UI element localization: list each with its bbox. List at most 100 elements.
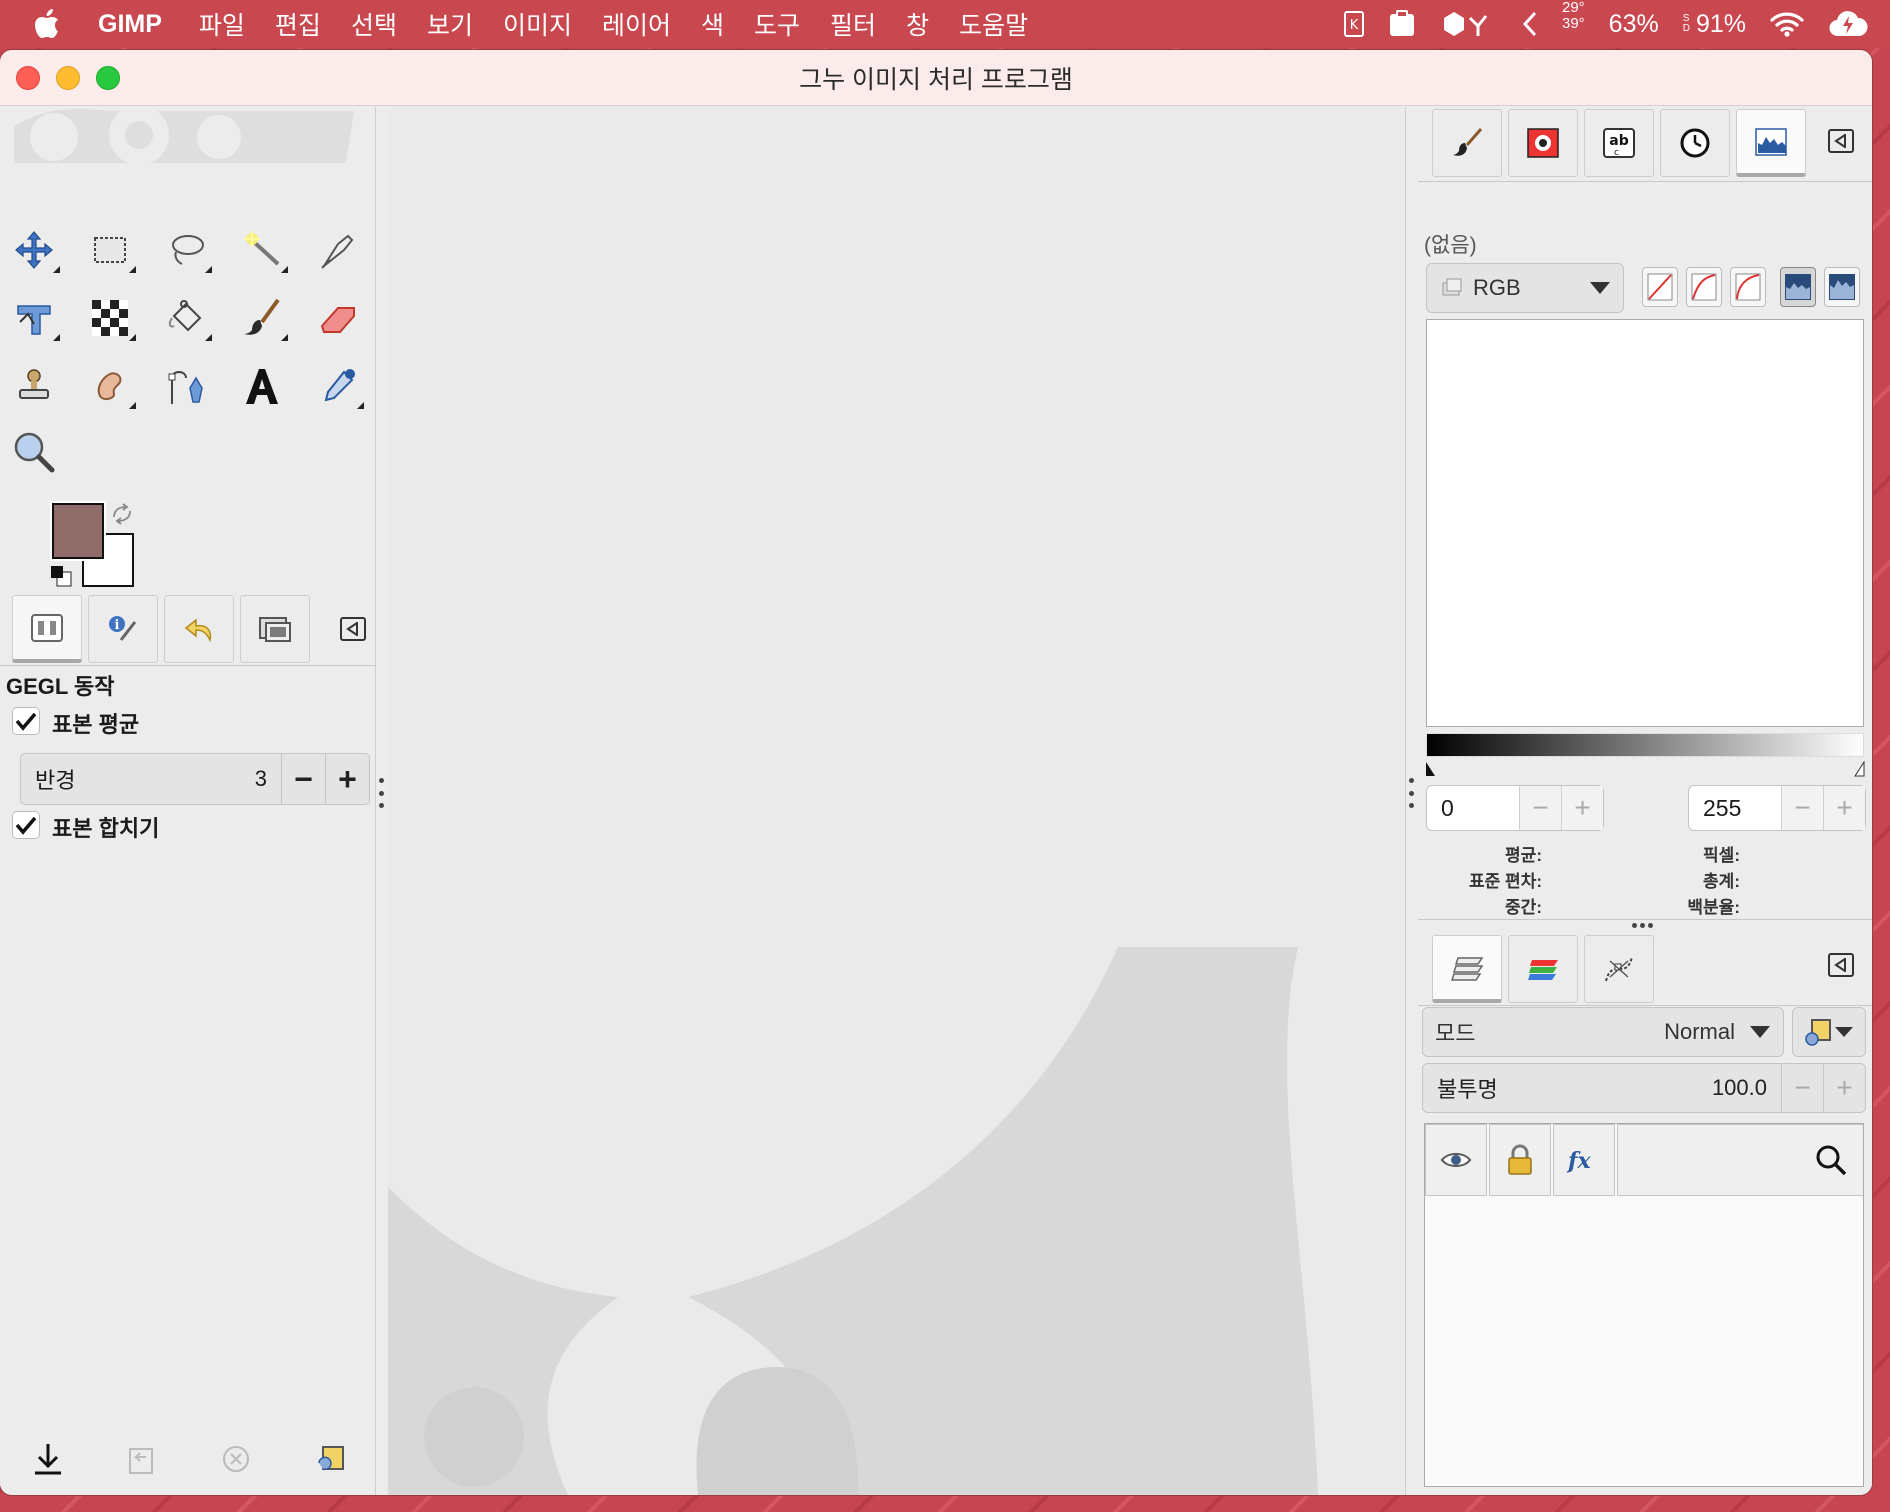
effects-column-header[interactable]: fx xyxy=(1553,1124,1615,1196)
range-max-value[interactable]: 255 xyxy=(1689,795,1781,822)
menu-help[interactable]: 도움말 xyxy=(944,0,1043,48)
smudge-tool-icon[interactable] xyxy=(78,355,142,417)
fuzzy-select-tool-icon[interactable] xyxy=(230,219,294,281)
menu-tools[interactable]: 도구 xyxy=(739,0,815,48)
tab-dashboard[interactable] xyxy=(1660,109,1730,177)
menu-view[interactable]: 보기 xyxy=(412,0,488,48)
range-min-decrement-button[interactable]: − xyxy=(1519,786,1561,830)
bucket-fill-tool-icon[interactable] xyxy=(154,287,218,349)
menu-edit[interactable]: 편집 xyxy=(260,0,336,48)
cloud-icon[interactable] xyxy=(1816,0,1880,48)
tab-histogram[interactable] xyxy=(1736,109,1806,177)
layer-opacity-spinner[interactable]: 불투명 100.0 − + xyxy=(1422,1063,1866,1113)
hexagon-icon[interactable] xyxy=(1428,0,1510,48)
eraser-tool-icon[interactable] xyxy=(306,287,370,349)
range-min-handle[interactable] xyxy=(1424,761,1436,777)
tab-device-status[interactable]: i xyxy=(88,595,158,663)
radius-decrement-button[interactable]: − xyxy=(281,754,325,804)
menu-colors[interactable]: 색 xyxy=(686,0,739,48)
tab-patterns[interactable] xyxy=(1508,109,1578,177)
layer-opacity-value[interactable]: 100.0 xyxy=(1712,1075,1781,1101)
close-window-button[interactable] xyxy=(16,66,40,90)
sample-merged-checkbox[interactable] xyxy=(12,811,40,839)
layer-list[interactable]: fx xyxy=(1424,1123,1864,1487)
apple-icon[interactable] xyxy=(0,0,78,48)
range-min-value[interactable]: 0 xyxy=(1427,795,1519,822)
menu-filters[interactable]: 필터 xyxy=(815,0,891,48)
histogram-channel-select[interactable]: RGB xyxy=(1426,263,1624,313)
menu-app-name[interactable]: GIMP xyxy=(78,0,184,48)
menu-file[interactable]: 파일 xyxy=(184,0,260,48)
layer-composite-select[interactable] xyxy=(1792,1007,1866,1057)
color-picker-tool-icon[interactable] xyxy=(306,355,370,417)
save-tool-preset-icon[interactable] xyxy=(28,1439,68,1479)
wifi-icon[interactable] xyxy=(1758,0,1816,48)
layers-dock-menu-button[interactable] xyxy=(1828,953,1854,977)
tab-fonts[interactable]: ab c xyxy=(1584,109,1654,177)
lock-column-header[interactable] xyxy=(1489,1124,1551,1196)
reset-colors-icon[interactable] xyxy=(50,565,74,589)
menu-windows[interactable]: 창 xyxy=(891,0,944,48)
tab-channels[interactable] xyxy=(1508,935,1578,1003)
radius-increment-button[interactable]: + xyxy=(325,754,369,804)
range-max-handle[interactable] xyxy=(1854,761,1866,777)
log-histogram-button[interactable] xyxy=(1686,267,1722,307)
reset-tool-options-icon[interactable] xyxy=(310,1439,350,1479)
menu-image[interactable]: 이미지 xyxy=(488,0,587,48)
right-dock-menu-button[interactable] xyxy=(1828,129,1854,153)
clone-tool-icon[interactable] xyxy=(2,355,66,417)
crop-tool-icon[interactable] xyxy=(306,219,370,281)
paintbrush-tool-icon[interactable] xyxy=(230,287,294,349)
tab-paths[interactable] xyxy=(1584,935,1654,1003)
linear-histogram-button[interactable] xyxy=(1642,267,1678,307)
curve-histogram-button[interactable] xyxy=(1730,267,1766,307)
move-tool-icon[interactable] xyxy=(2,219,66,281)
tab-images[interactable] xyxy=(240,595,310,663)
histogram-view-scaled-button[interactable] xyxy=(1824,267,1860,307)
unified-transform-tool-icon[interactable] xyxy=(2,287,66,349)
right-pane-splitter[interactable] xyxy=(1409,778,1415,808)
cpu-readout[interactable]: 63% xyxy=(1597,0,1671,48)
restore-tool-preset-icon[interactable] xyxy=(122,1439,162,1479)
ssd-battery-readout[interactable]: SD 91% xyxy=(1671,0,1758,48)
clipboard-icon[interactable] xyxy=(1376,0,1428,48)
visibility-column-header[interactable] xyxy=(1425,1124,1487,1196)
minimize-window-button[interactable] xyxy=(56,66,80,90)
radius-spinner[interactable]: 반경 3 − + xyxy=(20,753,370,805)
foreground-color-swatch[interactable] xyxy=(50,501,106,561)
range-max-field[interactable]: 255 − + xyxy=(1688,785,1866,831)
layer-mode-select[interactable]: 모드 Normal xyxy=(1422,1007,1784,1057)
warp-transform-tool-icon[interactable] xyxy=(78,287,142,349)
menu-layer[interactable]: 레이어 xyxy=(587,0,686,48)
sample-average-checkbox[interactable] xyxy=(12,707,40,735)
keyboard-icon[interactable]: K xyxy=(1332,0,1376,48)
swap-colors-icon[interactable] xyxy=(110,503,134,525)
temperature-readout[interactable]: 29° 39° xyxy=(1550,0,1597,48)
pane-resize-handle[interactable] xyxy=(1632,923,1653,928)
range-min-increment-button[interactable]: + xyxy=(1561,786,1603,830)
text-tool-icon[interactable] xyxy=(230,355,294,417)
tab-tool-options[interactable] xyxy=(12,595,82,663)
chevron-left-icon[interactable] xyxy=(1510,0,1550,48)
histogram-plot[interactable] xyxy=(1426,319,1864,727)
zoom-window-button[interactable] xyxy=(96,66,120,90)
range-max-increment-button[interactable]: + xyxy=(1823,786,1865,830)
radius-value[interactable]: 3 xyxy=(255,766,281,792)
paths-tool-icon[interactable] xyxy=(154,355,218,417)
menu-select[interactable]: 선택 xyxy=(336,0,412,48)
left-pane-splitter[interactable] xyxy=(379,778,385,808)
zoom-tool-icon[interactable] xyxy=(2,421,66,483)
tab-undo-history[interactable] xyxy=(164,595,234,663)
opacity-increment-button[interactable]: + xyxy=(1823,1064,1865,1112)
lasso-tool-icon[interactable] xyxy=(154,219,218,281)
opacity-decrement-button[interactable]: − xyxy=(1781,1064,1823,1112)
image-canvas-area[interactable] xyxy=(388,107,1406,1495)
delete-tool-preset-icon[interactable] xyxy=(216,1439,256,1479)
left-dock-menu-button[interactable] xyxy=(340,617,366,641)
histogram-view-full-button[interactable] xyxy=(1780,267,1816,307)
tab-layers[interactable] xyxy=(1432,935,1502,1003)
tab-brushes[interactable] xyxy=(1432,109,1502,177)
layer-search-header[interactable] xyxy=(1617,1124,1863,1196)
range-max-decrement-button[interactable]: − xyxy=(1781,786,1823,830)
range-min-field[interactable]: 0 − + xyxy=(1426,785,1604,831)
